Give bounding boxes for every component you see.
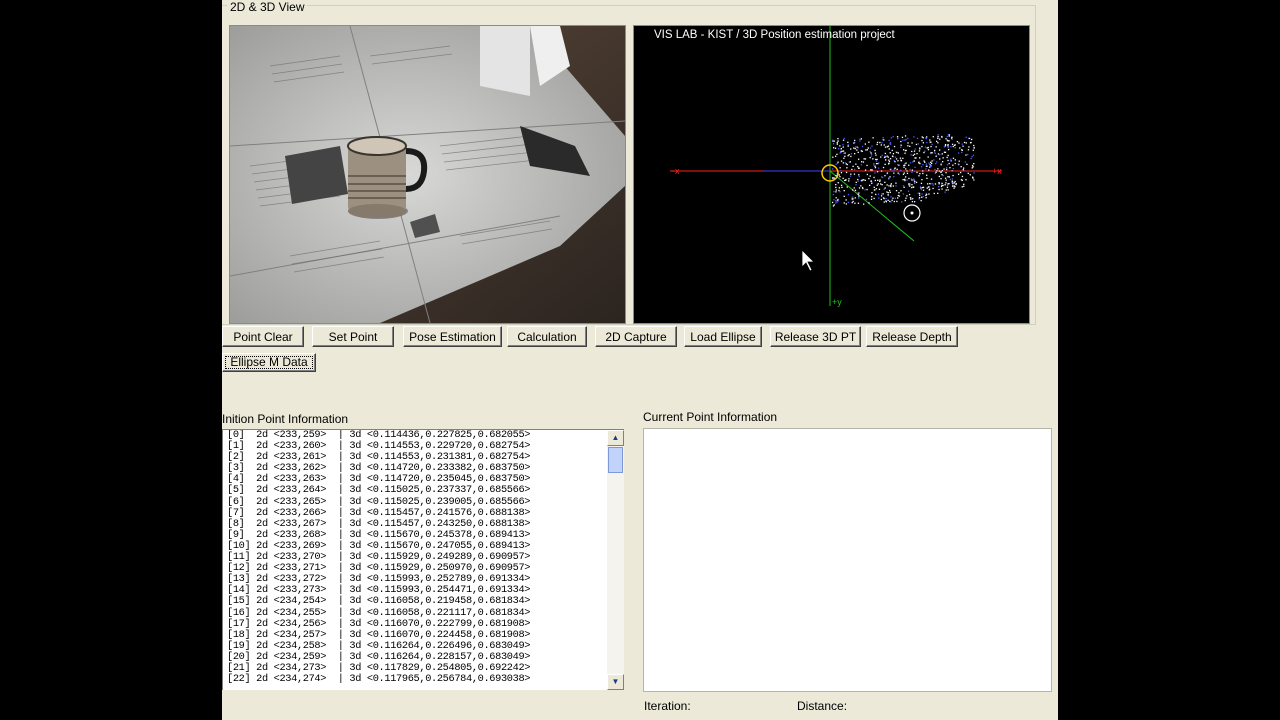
iteration-label: Iteration:: [644, 699, 691, 713]
camera-image: [230, 26, 625, 323]
mouse-cursor-icon: [801, 249, 815, 272]
point-clear-button[interactable]: Point Clear: [222, 326, 304, 347]
list-item[interactable]: [16] 2d <234,255> | 3d <0.116058,0.22111…: [227, 607, 606, 619]
init-point-title: Inition Point Information: [222, 412, 349, 426]
plot-title: VIS LAB - KIST / 3D Position estimation …: [654, 29, 895, 41]
current-point-title: Current Point Information: [643, 410, 778, 424]
3d-plot-view[interactable]: VIS LAB - KIST / 3D Position estimation …: [633, 25, 1030, 324]
scroll-thumb[interactable]: [608, 447, 623, 473]
app-window: 2D & 3D View VIS LAB - KIST / 3D Positio…: [222, 0, 1058, 720]
init-point-listbox[interactable]: [0] 2d <233,259> | 3d <0.114436,0.227825…: [222, 429, 624, 690]
list-item[interactable]: [15] 2d <234,254> | 3d <0.116058,0.21945…: [227, 596, 606, 607]
list-item[interactable]: [6] 2d <233,265> | 3d <0.115025,0.239005…: [227, 496, 606, 508]
neg-x-label: -x: [672, 166, 680, 176]
pos-y-label: +y: [832, 297, 842, 307]
list-item[interactable]: [22] 2d <234,274> | 3d <0.117965,0.25678…: [227, 673, 606, 685]
view-groupbox: 2D & 3D View VIS LAB - KIST / 3D Positio…: [222, 1, 1036, 325]
group-title: 2D & 3D View: [227, 1, 308, 14]
current-point-box[interactable]: [643, 428, 1052, 692]
pose-estimation-button[interactable]: Pose Estimation: [403, 326, 502, 347]
scroll-down-icon[interactable]: ▼: [607, 674, 624, 690]
2d-capture-button[interactable]: 2D Capture: [595, 326, 677, 347]
3d-plot-canvas: -x +x +y: [670, 26, 1002, 307]
set-point-button[interactable]: Set Point: [312, 326, 394, 347]
list-item[interactable]: [5] 2d <233,264> | 3d <0.115025,0.237337…: [227, 485, 606, 496]
ellipse-m-data-button[interactable]: Ellipse M Data: [222, 353, 316, 372]
init-point-list: [0] 2d <233,259> | 3d <0.114436,0.227825…: [227, 430, 606, 685]
distance-label: Distance:: [797, 699, 848, 713]
point-cloud: [832, 133, 975, 207]
load-ellipse-button[interactable]: Load Ellipse: [684, 326, 762, 347]
camera-view[interactable]: [229, 25, 626, 324]
release-depth-button[interactable]: Release Depth: [866, 326, 958, 347]
listbox-scrollbar[interactable]: ▲ ▼: [607, 430, 624, 690]
release-3d-pt-button[interactable]: Release 3D PT: [770, 326, 861, 347]
calculation-button[interactable]: Calculation: [507, 326, 587, 347]
scroll-up-icon[interactable]: ▲: [607, 430, 624, 446]
pos-x-label: +x: [992, 166, 1002, 176]
